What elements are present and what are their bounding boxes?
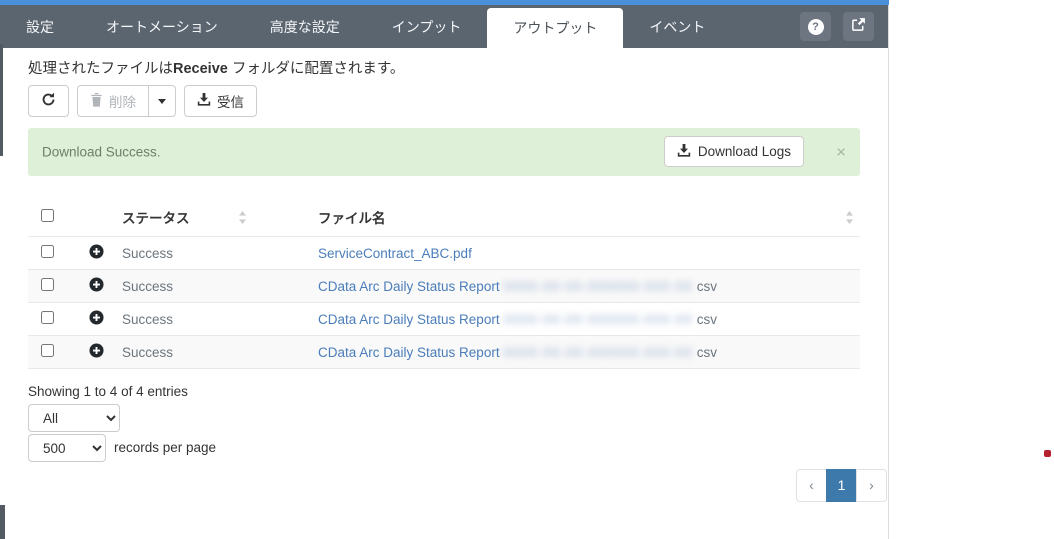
expand-row-icon[interactable] <box>88 244 104 262</box>
row-checkbox[interactable] <box>41 245 54 258</box>
red-dot-indicator <box>1044 450 1051 457</box>
refresh-button[interactable] <box>28 85 69 117</box>
help-icon: ? <box>807 18 824 35</box>
row-checkbox[interactable] <box>41 278 54 291</box>
alert-close-icon[interactable]: × <box>836 144 846 161</box>
sort-icon[interactable] <box>845 210 854 224</box>
download-icon <box>677 143 691 160</box>
select-all-checkbox[interactable] <box>41 209 54 222</box>
delete-button-label: 削除 <box>109 95 136 110</box>
filename-header-label: ファイル名 <box>318 211 386 226</box>
tab-output-active[interactable]: アウトプット <box>487 8 624 48</box>
tab-events[interactable]: イベント <box>623 5 731 48</box>
table-row: Success CData Arc Daily Status Report 000… <box>28 269 860 302</box>
window-edge-artifact <box>0 44 3 156</box>
file-link[interactable]: CData Arc Daily Status Report <box>318 312 500 327</box>
pagination-next-button[interactable]: › <box>856 469 887 502</box>
status-value: Success <box>122 344 174 360</box>
external-link-icon <box>851 17 866 37</box>
open-external-button[interactable] <box>843 12 874 41</box>
success-alert: Download Success. Download Logs × <box>28 128 860 176</box>
file-link[interactable]: ServiceContract_ABC.pdf <box>318 246 472 261</box>
description-folder-name: Receive <box>173 61 228 77</box>
expand-row-icon[interactable] <box>88 310 104 328</box>
records-per-page-label: records per page <box>114 440 217 455</box>
description-suffix: フォルダに配置されます。 <box>227 61 405 77</box>
row-checkbox[interactable] <box>41 311 54 324</box>
alert-message: Download Success. <box>42 144 161 160</box>
receive-button-label: 受信 <box>217 95 244 110</box>
tab-advanced-settings[interactable]: 高度な設定 <box>244 5 366 48</box>
table-row: Success ServiceContract_ABC.pdf <box>28 236 860 269</box>
tab-input[interactable]: インプット <box>366 5 488 48</box>
showing-entries-text: Showing 1 to 4 of 4 entries <box>28 384 188 399</box>
table-row: Success CData Arc Daily Status Report 000… <box>28 302 860 335</box>
filename-column-header[interactable]: ファイル名 <box>318 207 860 227</box>
pagination-page-1[interactable]: 1 <box>826 469 857 502</box>
refresh-icon <box>41 92 56 110</box>
page-size-select[interactable]: 500 <box>28 434 106 462</box>
table-row: Success CData Arc Daily Status Report 000… <box>28 335 860 368</box>
file-suffix: csv <box>696 311 717 327</box>
status-value: Success <box>122 311 174 327</box>
status-value: Success <box>122 245 174 261</box>
file-suffix: csv <box>696 278 717 294</box>
download-icon <box>197 93 211 109</box>
tab-bar: 設定 オートメーション 高度な設定 インプット アウトプット イベント ? <box>0 5 888 48</box>
redacted-text: 0000-00-00-000000-000-00 <box>503 344 693 360</box>
pagination: ‹ 1 › <box>796 469 887 502</box>
download-logs-button[interactable]: Download Logs <box>663 136 804 167</box>
expand-row-icon[interactable] <box>88 343 104 361</box>
redacted-text: 0000-00-00-000000-000-00 <box>503 278 693 294</box>
expand-row-icon[interactable] <box>88 277 104 295</box>
description-prefix: 処理されたファイルは <box>28 61 173 77</box>
files-table: ステータス ファイル名 Success ServiceContract_ABC.… <box>28 198 860 369</box>
receive-button[interactable]: 受信 <box>184 85 257 117</box>
row-checkbox[interactable] <box>41 344 54 357</box>
file-suffix: csv <box>696 344 717 360</box>
tab-actions: ? <box>800 5 888 48</box>
redacted-text: 0000-00-00-000000-000-00 <box>503 311 693 327</box>
filter-select[interactable]: All <box>28 404 120 432</box>
tab-settings[interactable]: 設定 <box>0 5 80 48</box>
trash-icon <box>90 92 103 110</box>
delete-button[interactable]: 削除 <box>77 85 149 117</box>
download-logs-label: Download Logs <box>697 144 791 159</box>
help-button[interactable]: ? <box>800 12 831 41</box>
panel-description: 処理されたファイルはReceive フォルダに配置されます。 <box>28 57 404 78</box>
sort-icon[interactable] <box>238 210 247 224</box>
toolbar: 削除 受信 <box>28 85 257 117</box>
table-header-row: ステータス ファイル名 <box>28 198 860 236</box>
status-header-label: ステータス <box>122 211 190 226</box>
tab-automation[interactable]: オートメーション <box>80 5 244 48</box>
caret-down-icon <box>158 98 166 104</box>
pagination-prev-button[interactable]: ‹ <box>796 469 827 502</box>
delete-dropdown-toggle[interactable] <box>149 85 176 117</box>
status-value: Success <box>122 278 174 294</box>
file-link[interactable]: CData Arc Daily Status Report <box>318 279 500 294</box>
status-column-header[interactable]: ステータス <box>122 207 318 227</box>
file-link[interactable]: CData Arc Daily Status Report <box>318 345 500 360</box>
window-edge-artifact <box>0 505 5 539</box>
